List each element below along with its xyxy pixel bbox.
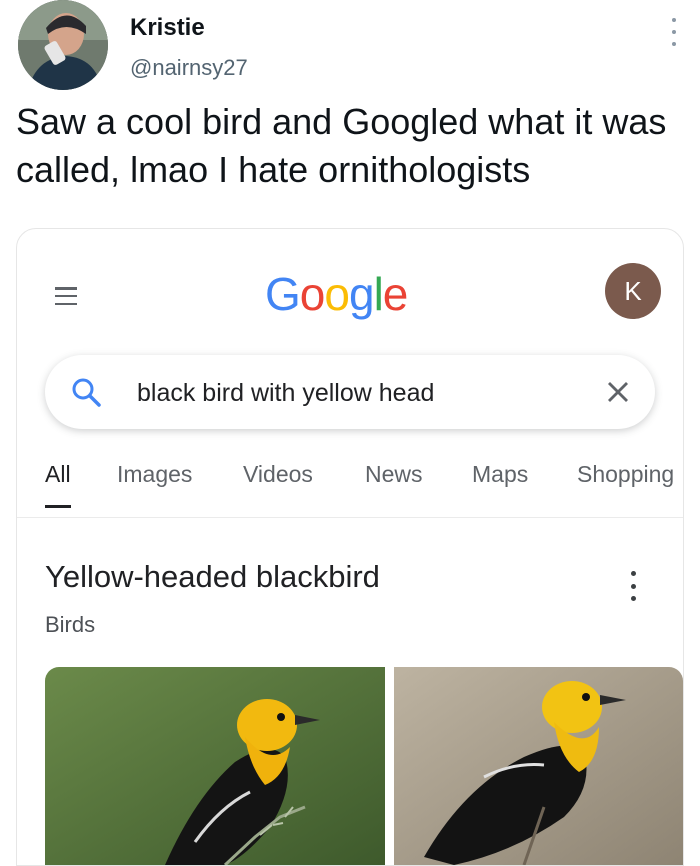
close-icon[interactable] bbox=[603, 377, 633, 407]
search-bar[interactable]: black bird with yellow head bbox=[45, 355, 655, 429]
menu-icon[interactable] bbox=[55, 287, 77, 305]
tweet-text: Saw a cool bird and Googled what it was … bbox=[16, 101, 667, 190]
account-avatar[interactable]: K bbox=[605, 263, 661, 319]
bird-image[interactable] bbox=[45, 667, 385, 865]
more-vert-icon[interactable] bbox=[631, 571, 637, 601]
google-logo[interactable]: Google bbox=[265, 267, 409, 321]
tab-shopping[interactable]: Shopping bbox=[577, 461, 674, 488]
tab-images[interactable]: Images bbox=[117, 461, 192, 488]
tab-videos[interactable]: Videos bbox=[243, 461, 313, 488]
tab-news[interactable]: News bbox=[365, 461, 423, 488]
result-title[interactable]: Yellow-headed blackbird bbox=[45, 559, 380, 595]
google-logo-letter: l bbox=[373, 268, 384, 320]
tweet-author-name[interactable]: Kristie bbox=[130, 14, 205, 42]
tab-all[interactable]: All bbox=[45, 461, 71, 488]
bird-image[interactable] bbox=[394, 667, 683, 865]
result-subtitle: Birds bbox=[45, 612, 96, 637]
active-tab-indicator bbox=[45, 505, 71, 508]
tab-maps[interactable]: Maps bbox=[472, 461, 528, 488]
tweet-header: Kristie @nairnsy27 bbox=[18, 0, 688, 90]
search-input[interactable]: black bird with yellow head bbox=[137, 379, 434, 408]
google-logo-letter: g bbox=[348, 268, 375, 320]
search-tabs: All Images Videos News Maps Shopping bbox=[17, 461, 683, 518]
search-icon[interactable] bbox=[69, 375, 103, 409]
tweet-author-handle[interactable]: @nairnsy27 bbox=[130, 55, 248, 81]
more-vert-icon[interactable] bbox=[670, 18, 678, 46]
google-screenshot: Google K black bird with yellow head All… bbox=[16, 228, 684, 866]
google-logo-letter: e bbox=[382, 268, 409, 320]
google-logo-letter: o bbox=[324, 268, 350, 320]
google-logo-letter: o bbox=[299, 268, 326, 320]
profile-avatar[interactable] bbox=[18, 0, 108, 90]
google-logo-letter: G bbox=[265, 268, 301, 320]
